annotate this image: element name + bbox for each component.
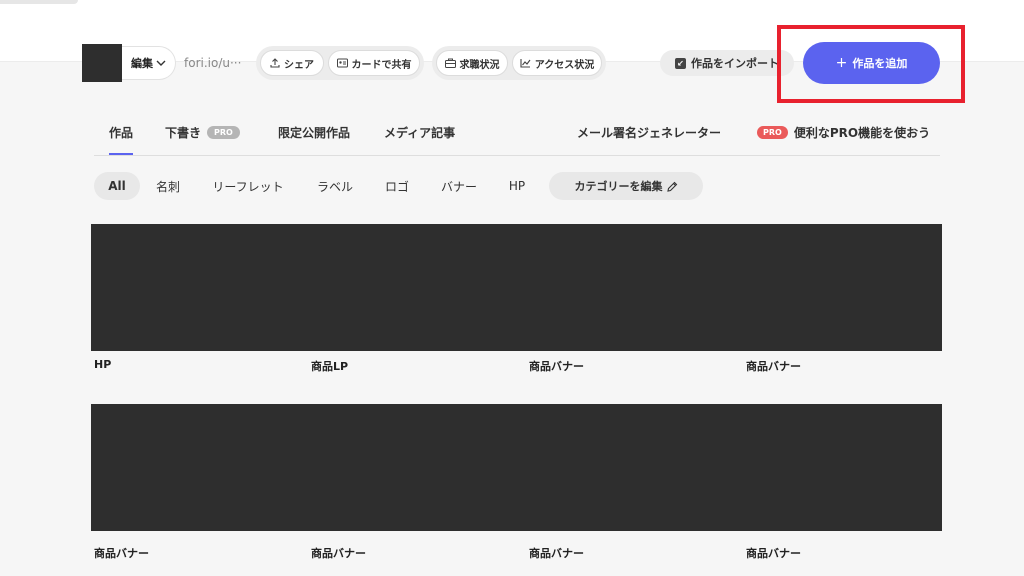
work-title[interactable]: 商品LP xyxy=(311,358,348,374)
work-title[interactable]: 商品バナー xyxy=(746,358,801,374)
share-button[interactable]: シェア xyxy=(260,50,324,76)
access-status-label: アクセス状況 xyxy=(534,59,595,71)
tab-drafts[interactable]: 下書き PRO xyxy=(165,124,240,141)
works-thumbnail-row-1[interactable] xyxy=(91,224,942,351)
tab-limited-works[interactable]: 限定公開作品 xyxy=(278,124,350,141)
category-label: ロゴ xyxy=(384,179,409,194)
category-label: バナー xyxy=(440,179,477,194)
category-banner[interactable]: バナー xyxy=(434,172,484,200)
chart-icon xyxy=(520,59,531,68)
works-tabs: 作品 下書き PRO 限定公開作品 メディア記事 メール署名ジェネレーター PR… xyxy=(94,112,940,156)
tab-label: 下書き xyxy=(165,126,202,140)
work-title[interactable]: 商品バナー xyxy=(746,545,801,561)
profile-toolbar: 編集 fori.io/u··· シェア カードで共有 求職状況 アクセス状況 ↙… xyxy=(82,42,942,84)
card-share-button[interactable]: カードで共有 xyxy=(328,50,420,76)
add-work-button[interactable]: + 作品を追加 xyxy=(803,42,940,84)
import-works-button[interactable]: ↙ 作品をインポート xyxy=(660,50,794,76)
pro-badge: PRO xyxy=(757,126,788,139)
tab-works[interactable]: 作品 xyxy=(109,124,134,155)
tab-label: メール署名ジェネレーター xyxy=(577,126,722,140)
work-title[interactable]: 商品バナー xyxy=(94,545,149,561)
category-all[interactable]: All xyxy=(94,172,140,200)
tab-mail-signature[interactable]: メール署名ジェネレーター xyxy=(577,124,721,141)
chevron-down-icon xyxy=(156,60,166,66)
share-group: シェア カードで共有 xyxy=(256,46,424,80)
edit-label: 編集 xyxy=(131,57,153,70)
plus-icon: + xyxy=(835,55,848,71)
category-label: ラベル xyxy=(316,179,353,194)
tab-media-articles[interactable]: メディア記事 xyxy=(384,124,455,141)
access-status-button[interactable]: アクセス状況 xyxy=(512,50,602,76)
status-group: 求職状況 アクセス状況 xyxy=(432,46,606,80)
avatar[interactable] xyxy=(82,44,122,82)
work-title[interactable]: 商品バナー xyxy=(311,545,366,561)
edit-category-label: カテゴリーを編集 xyxy=(574,180,663,193)
job-status-button[interactable]: 求職状況 xyxy=(436,50,508,76)
category-business-card[interactable]: 名刺 xyxy=(148,172,188,200)
tab-label: 便利なPRO機能を使おう xyxy=(793,126,931,140)
category-filter: All 名刺 リーフレット ラベル ロゴ バナー HP カテゴリーを編集 xyxy=(94,172,714,202)
category-logo[interactable]: ロゴ xyxy=(376,172,418,200)
tab-label: 限定公開作品 xyxy=(278,126,351,140)
category-label: HP xyxy=(508,179,526,193)
work-title[interactable]: 商品バナー xyxy=(529,358,584,374)
works-thumbnail-row-2[interactable] xyxy=(91,404,942,531)
pencil-icon xyxy=(666,181,677,192)
tab-pro-features[interactable]: PRO 便利なPRO機能を使おう xyxy=(757,124,930,141)
work-title[interactable]: 商品バナー xyxy=(529,545,584,561)
tab-label: メディア記事 xyxy=(384,126,456,140)
category-label-item[interactable]: ラベル xyxy=(310,172,360,200)
upload-icon xyxy=(270,58,280,68)
edit-category-button[interactable]: カテゴリーを編集 xyxy=(549,172,703,200)
card-share-label: カードで共有 xyxy=(351,59,412,71)
category-label: All xyxy=(108,179,126,193)
share-label: シェア xyxy=(284,59,314,71)
import-icon: ↙ xyxy=(675,57,686,69)
profile-url[interactable]: fori.io/u··· xyxy=(184,56,241,70)
add-work-label: 作品を追加 xyxy=(852,57,908,70)
job-status-label: 求職状況 xyxy=(459,59,500,71)
pro-badge: PRO xyxy=(207,126,240,139)
category-leaflet[interactable]: リーフレット xyxy=(206,172,290,200)
edit-menu-button[interactable]: 編集 xyxy=(122,46,176,80)
category-hp[interactable]: HP xyxy=(500,172,534,200)
briefcase-icon xyxy=(444,58,456,68)
top-corner-tab xyxy=(0,0,78,4)
card-icon xyxy=(336,58,348,68)
import-label: 作品をインポート xyxy=(691,57,779,70)
tab-label: 作品 xyxy=(109,126,134,140)
category-label: リーフレット xyxy=(212,179,284,194)
category-label: 名刺 xyxy=(155,179,180,194)
work-title[interactable]: HP xyxy=(94,358,111,371)
